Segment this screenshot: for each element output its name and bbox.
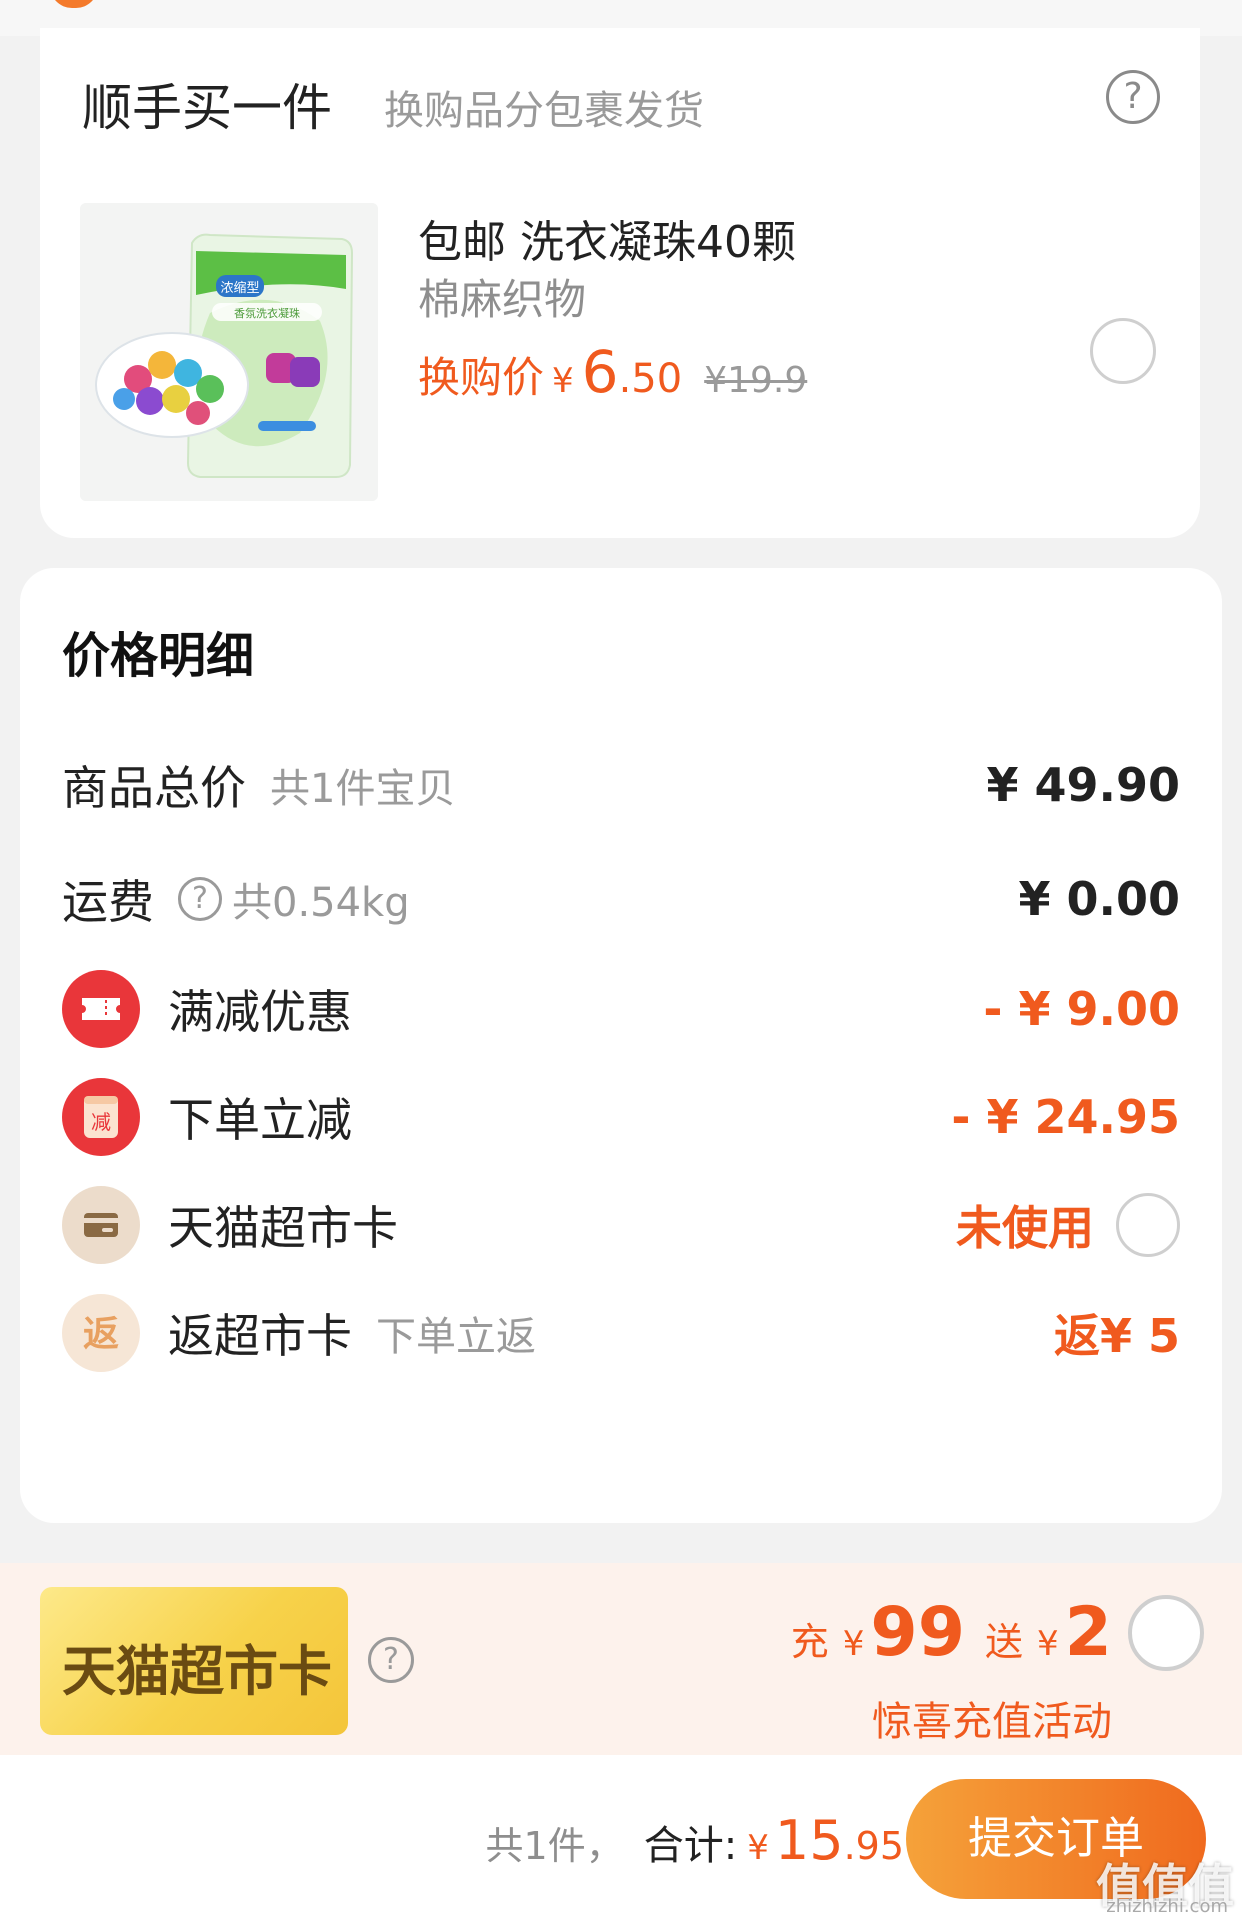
instant-discount-label: 下单立减 (168, 1093, 352, 1147)
order-total: 共1件， 合计: ¥ 15 .95 (486, 1809, 904, 1872)
product-name[interactable]: 包邮 洗衣凝珠40颗 (418, 206, 796, 270)
recharge-radio[interactable] (1128, 1595, 1204, 1671)
instant-discount-value: - ¥ 24.95 (951, 1090, 1180, 1144)
swap-price-decimal: .50 (618, 356, 683, 402)
instant-discount-icon: 减 (62, 1078, 140, 1156)
goods-total-value: ¥ 49.90 (986, 758, 1180, 812)
currency-symbol: ¥ (552, 361, 574, 401)
row-full-reduction: 满减优惠 - ¥ 9.00 (62, 969, 1180, 1049)
tmall-card-label: 天猫超市卡 (168, 1201, 398, 1255)
recharge-activity: 惊喜充值活动 (872, 1699, 1112, 1745)
shipping-label: 运费 (62, 875, 154, 929)
row-cashback: 返 返超市卡 下单立返 返¥ 5 (62, 1293, 1180, 1373)
row-goods-total (62, 604, 1180, 684)
tmall-card-badge: 天猫超市卡 (40, 1587, 348, 1735)
price-detail-card: 价格明细 商品总价 共1件宝贝 ¥ 49.90 运费 ? 共0.54kg ¥ 0… (20, 568, 1222, 1523)
item-count: 共1件， (485, 1824, 624, 1868)
product-image[interactable]: 浓缩型 香氛洗衣凝珠 (80, 203, 378, 501)
recharge-offer: 充 ¥ 99 送 ¥ 2 (791, 1593, 1112, 1672)
help-icon[interactable]: ? (1106, 70, 1160, 124)
row-tmall-card[interactable]: 天猫超市卡 未使用 (62, 1185, 1180, 1265)
shipping-weight: 共0.54kg (232, 880, 410, 926)
charge-word: 充 (790, 1620, 829, 1664)
row-goods-total: 商品总价 共1件宝贝 ¥ 49.90 (62, 745, 1180, 825)
charge-currency: ¥ (842, 1624, 865, 1664)
total-currency: ¥ (747, 1828, 769, 1868)
detergent-pods-image: 浓缩型 香氛洗衣凝珠 (80, 203, 378, 501)
original-price: ¥19.9 (704, 360, 808, 401)
full-reduction-value: - ¥ 9.00 (983, 982, 1180, 1036)
addon-select-radio[interactable] (1090, 318, 1156, 384)
discount-glyph: 减 (91, 1110, 111, 1134)
product-spec: 棉麻织物 (418, 275, 587, 324)
total-decimal: .95 (843, 1824, 904, 1868)
promo-help-icon[interactable]: ? (368, 1637, 414, 1683)
cashback-icon: 返 (62, 1294, 140, 1372)
goods-total-label: 商品总价 (62, 761, 246, 815)
charge-amount: 99 (870, 1593, 966, 1672)
addon-title: 顺手买一件 (82, 79, 332, 137)
cashback-sub: 下单立返 (376, 1314, 536, 1360)
pack-label-product: 香氛洗衣凝珠 (234, 306, 300, 320)
coupon-ticket-icon (62, 970, 140, 1048)
full-reduction-label: 满减优惠 (168, 985, 352, 1039)
total-integer: 15 (774, 1809, 844, 1872)
gift-amount: 2 (1064, 1593, 1112, 1672)
row-shipping: 运费 ? 共0.54kg ¥ 0.00 (62, 859, 1180, 939)
addon-card: 顺手买一件 换购品分包裹发货 ? 浓缩型 香氛洗衣凝珠 包邮 洗衣凝珠40颗 棉… (40, 28, 1200, 538)
cashback-label: 返超市卡 (168, 1309, 352, 1363)
pack-label-concentrate: 浓缩型 (220, 280, 259, 296)
recharge-promo: 天猫超市卡 ? 充 ¥ 99 送 ¥ 2 惊喜充值活动 (0, 1563, 1242, 1755)
submit-bar: 共1件， 合计: ¥ 15 .95 提交订单 (0, 1755, 1242, 1919)
swap-price-label: 换购价 (418, 353, 545, 402)
tmall-card-radio[interactable] (1116, 1193, 1180, 1257)
goods-count: 共1件宝贝 (270, 766, 456, 812)
shipping-value: ¥ 0.00 (1018, 872, 1180, 926)
cashback-glyph: 返 (83, 1314, 119, 1355)
addon-subtitle: 换购品分包裹发货 (384, 88, 704, 134)
gift-currency: ¥ (1037, 1624, 1059, 1664)
row-instant-discount: 减 下单立减 - ¥ 24.95 (62, 1077, 1180, 1157)
gift-word: 送 (985, 1620, 1024, 1664)
wallet-card-icon (62, 1186, 140, 1264)
product-price-row: 换购价 ¥ 6 .50 ¥19.9 (418, 338, 807, 406)
tmall-card-status: 未使用 (956, 1201, 1094, 1255)
total-label: 合计: (643, 1823, 738, 1869)
tmall-card-badge-text: 天猫超市卡 (62, 1640, 332, 1703)
shipping-help-icon[interactable]: ? (178, 877, 222, 921)
watermark-url: zhizhizhi.com (1106, 1896, 1228, 1917)
cashback-value: 返¥ 5 (1053, 1309, 1180, 1363)
swap-price-integer: 6 (581, 338, 619, 406)
